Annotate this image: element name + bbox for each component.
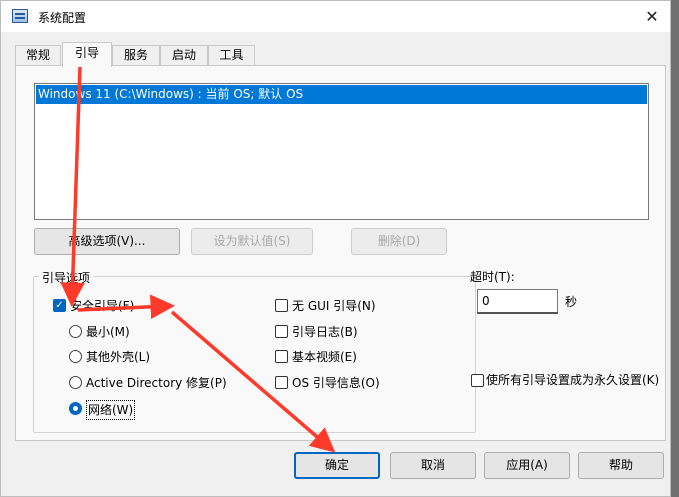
tab-boot[interactable]: 引导 xyxy=(62,42,112,67)
base-video-label: 基本视频(E) xyxy=(292,350,357,364)
boot-tab-panel: Windows 11 (C:\Windows) : 当前 OS; 默认 OS 高… xyxy=(15,65,666,441)
make-permanent-label: 使所有引导设置成为永久设置(K) xyxy=(486,373,660,387)
radio-selected-icon xyxy=(69,402,82,415)
tab-startup[interactable]: 启动 xyxy=(160,45,208,66)
tab-tools[interactable]: 工具 xyxy=(208,45,255,66)
set-default-button[interactable]: 设为默认值(S) xyxy=(191,228,313,255)
radio-icon xyxy=(69,325,82,338)
msconfig-icon xyxy=(12,9,28,23)
checkmark-icon: ✓ xyxy=(53,299,66,312)
help-button[interactable]: 帮助 xyxy=(578,452,664,479)
make-permanent-checkbox[interactable]: 使所有引导设置成为永久设置(K) xyxy=(471,372,661,388)
close-button[interactable]: ✕ xyxy=(634,1,670,32)
os-list[interactable]: Windows 11 (C:\Windows) : 当前 OS; 默认 OS xyxy=(34,83,649,220)
boot-options-group: 引导选项 ✓ 安全引导(F) 最小(M) 其他外壳(L) Active Dire… xyxy=(33,269,476,433)
ok-button[interactable]: 确定 xyxy=(294,452,380,479)
cancel-button[interactable]: 取消 xyxy=(390,452,476,479)
boot-log-label: 引导日志(B) xyxy=(292,325,358,339)
advanced-options-button[interactable]: 高级选项(V)... xyxy=(34,228,180,255)
timeout-unit: 秒 xyxy=(565,295,578,309)
checkbox-icon xyxy=(275,376,288,389)
safe-boot-label: 安全引导(F) xyxy=(70,299,135,313)
checkbox-icon xyxy=(275,299,288,312)
apply-button[interactable]: 应用(A) xyxy=(484,452,570,479)
os-list-item[interactable]: Windows 11 (C:\Windows) : 当前 OS; 默认 OS xyxy=(36,85,647,104)
window-title: 系统配置 xyxy=(38,11,87,25)
title-bar: 系统配置 ✕ xyxy=(1,1,670,32)
radio-network-label: 网络(W) xyxy=(86,400,136,420)
radio-icon xyxy=(69,376,82,389)
delete-button[interactable]: 删除(D) xyxy=(351,228,447,255)
radio-icon xyxy=(69,350,82,363)
boot-options-title: 引导选项 xyxy=(39,269,94,286)
timeout-input[interactable]: 0 xyxy=(477,289,558,314)
checkbox-icon xyxy=(471,374,484,387)
os-boot-info-label: OS 引导信息(O) xyxy=(292,376,380,390)
radio-alternate-shell-label: 其他外壳(L) xyxy=(86,350,151,364)
system-configuration-window: 系统配置 ✕ 常规 引导 服务 启动 工具 Windows 11 (C:\Win… xyxy=(0,0,671,497)
checkbox-icon xyxy=(275,325,288,338)
timeout-label: 超时(T): xyxy=(470,270,515,284)
tab-services[interactable]: 服务 xyxy=(112,45,160,66)
no-gui-boot-label: 无 GUI 引导(N) xyxy=(292,299,376,313)
tab-general[interactable]: 常规 xyxy=(15,45,61,66)
radio-minimal-label: 最小(M) xyxy=(86,325,130,339)
checkbox-icon xyxy=(275,350,288,363)
radio-active-directory-label: Active Directory 修复(P) xyxy=(86,376,227,390)
